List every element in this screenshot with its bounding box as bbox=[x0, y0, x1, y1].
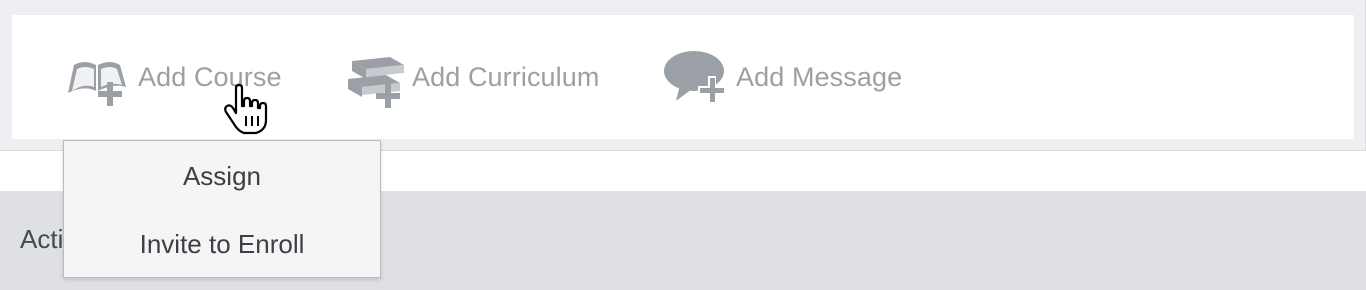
open-book-plus-icon bbox=[62, 41, 134, 113]
actions-panel: Add Course Add Curriculum Add Message bbox=[0, 0, 1366, 151]
speech-bubble-plus-icon bbox=[662, 41, 734, 113]
add-message-label: Add Message bbox=[736, 61, 903, 92]
book-stack-plus-icon bbox=[338, 41, 410, 113]
add-curriculum-label: Add Curriculum bbox=[412, 61, 600, 92]
add-course-label: Add Course bbox=[138, 61, 282, 92]
menu-item-invite-to-enroll[interactable]: Invite to Enroll bbox=[64, 229, 380, 260]
actions-card: Add Course Add Curriculum Add Message bbox=[12, 15, 1354, 139]
section-header-label: Acti bbox=[20, 224, 64, 254]
add-curriculum-button[interactable]: Add Curriculum bbox=[338, 15, 599, 139]
add-course-dropdown-menu: Assign Invite to Enroll bbox=[63, 140, 381, 278]
menu-item-assign[interactable]: Assign bbox=[64, 161, 380, 192]
add-message-button[interactable]: Add Message bbox=[662, 15, 902, 139]
add-course-button[interactable]: Add Course bbox=[62, 15, 282, 139]
